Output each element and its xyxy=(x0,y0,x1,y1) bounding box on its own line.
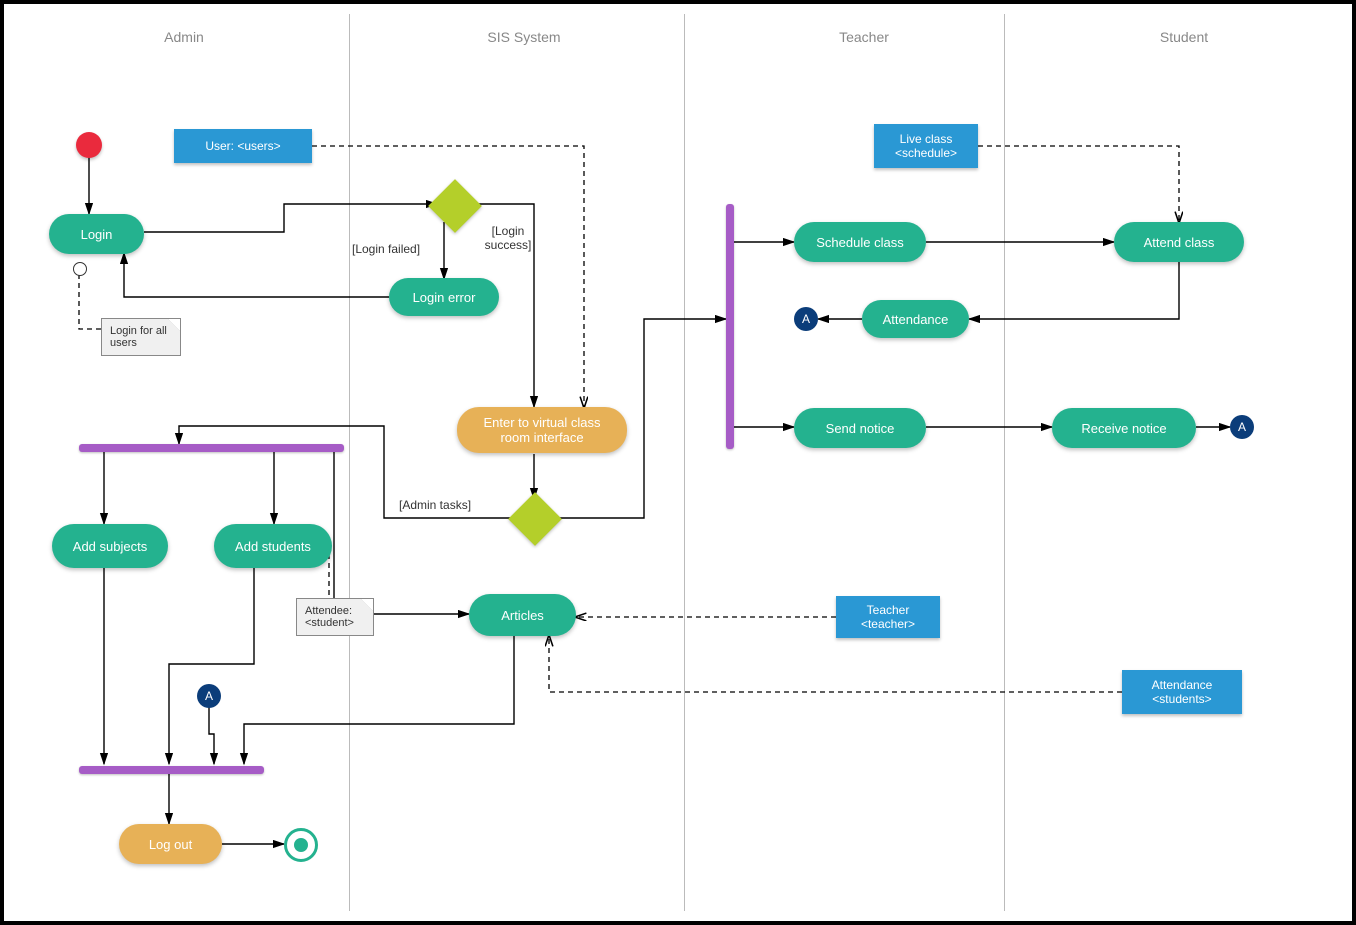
note-anchor xyxy=(73,262,87,276)
initial-node xyxy=(76,132,102,158)
diagram-canvas: Admin SIS System Teacher Student xyxy=(4,4,1352,921)
activity-send-notice: Send notice xyxy=(794,408,926,448)
final-node xyxy=(284,828,318,862)
fork-teacher-student xyxy=(726,204,734,449)
note-attendee: Attendee: <student> xyxy=(296,598,374,636)
connector-a-teacher: A xyxy=(794,307,818,331)
object-teacher: Teacher <teacher> xyxy=(836,596,940,638)
join-admin xyxy=(79,766,264,774)
diagram-frame: Admin SIS System Teacher Student xyxy=(0,0,1356,925)
activity-add-students: Add students xyxy=(214,524,332,568)
activity-login: Login xyxy=(49,214,144,254)
guard-login-success: [Login success] xyxy=(478,224,538,252)
object-live-class: Live class <schedule> xyxy=(874,124,978,168)
connector-a-student: A xyxy=(1230,415,1254,439)
lane-sis-label: SIS System xyxy=(424,29,624,45)
object-attendance-students: Attendance <students> xyxy=(1122,670,1242,714)
lane-sep-1 xyxy=(349,14,350,911)
guard-admin-tasks: [Admin tasks] xyxy=(399,498,471,512)
object-user: User: <users> xyxy=(174,129,312,163)
lane-sep-2 xyxy=(684,14,685,911)
note-login-all: Login for all users xyxy=(101,318,181,356)
lane-admin-label: Admin xyxy=(84,29,284,45)
activity-articles: Articles xyxy=(469,594,576,636)
activity-attendance: Attendance xyxy=(862,300,969,338)
lane-sep-3 xyxy=(1004,14,1005,911)
activity-receive-notice: Receive notice xyxy=(1052,408,1196,448)
guard-login-failed: [Login failed] xyxy=(352,242,420,256)
activity-add-subjects: Add subjects xyxy=(52,524,168,568)
activity-schedule-class: Schedule class xyxy=(794,222,926,262)
activity-attend-class: Attend class xyxy=(1114,222,1244,262)
activity-login-error: Login error xyxy=(389,278,499,316)
activity-enter-vc: Enter to virtual class room interface xyxy=(457,407,627,453)
lane-student-label: Student xyxy=(1084,29,1284,45)
lane-teacher-label: Teacher xyxy=(764,29,964,45)
fork-admin xyxy=(79,444,344,452)
decision-role xyxy=(508,492,562,546)
decision-login xyxy=(428,179,482,233)
activity-log-out: Log out xyxy=(119,824,222,864)
connector-a-in: A xyxy=(197,684,221,708)
